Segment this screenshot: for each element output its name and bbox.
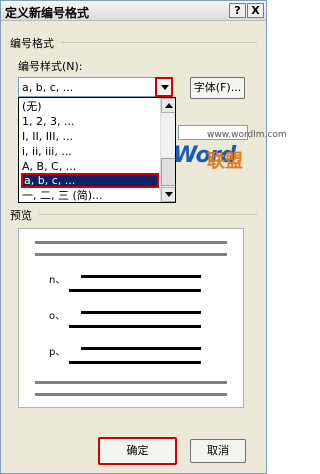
preview-marker: n、 — [49, 275, 66, 286]
group-divider — [61, 42, 257, 43]
preview-line — [69, 325, 201, 328]
list-item-selected[interactable]: a, b, c, ... — [21, 173, 159, 188]
scroll-up-icon[interactable] — [161, 98, 175, 113]
cancel-button[interactable]: 取消 — [190, 439, 246, 463]
title-bar: 定义新编号格式 ? X — [1, 1, 266, 21]
define-number-format-dialog: 定义新编号格式 ? X 编号格式 编号样式(N): a, b, c, ... 字… — [0, 0, 287, 474]
preview-legend: 预览 — [10, 207, 36, 223]
preview-line — [81, 347, 201, 350]
close-button[interactable]: X — [247, 3, 264, 18]
preview-line — [35, 381, 227, 384]
list-item[interactable]: 1, 2, 3, ... — [21, 114, 159, 129]
preview-line — [81, 275, 201, 278]
dropdown-arrow-icon[interactable] — [155, 77, 173, 97]
help-button[interactable]: ? — [229, 3, 246, 18]
watermark-url: www.wordlm.com — [207, 130, 287, 140]
number-style-list[interactable]: (无) 1, 2, 3, ... I, II, III, ... i, ii, … — [18, 97, 176, 203]
list-scrollbar[interactable] — [160, 98, 175, 202]
list-item[interactable]: (无) — [21, 99, 159, 114]
group-legend: 编号格式 — [10, 35, 58, 51]
preview-line — [35, 241, 227, 244]
list-item[interactable]: i, ii, iii, ... — [21, 144, 159, 159]
scroll-thumb[interactable] — [161, 158, 175, 186]
list-item[interactable]: A, B, C, ... — [21, 159, 159, 174]
preview-marker: o、 — [49, 311, 66, 322]
watermark-lm: 联盟 — [207, 151, 243, 172]
number-style-combo[interactable]: a, b, c, ... — [18, 77, 173, 97]
dialog-title: 定义新编号格式 — [5, 6, 90, 20]
preview-line — [81, 311, 201, 314]
number-style-value: a, b, c, ... — [22, 81, 74, 94]
preview-line — [35, 393, 227, 396]
preview-marker: p、 — [49, 347, 66, 358]
font-button[interactable]: 字体(F)... — [190, 77, 245, 99]
preview-line — [69, 361, 201, 364]
preview-line — [69, 289, 201, 292]
preview-pane: n、 o、 p、 — [18, 228, 244, 408]
scroll-down-icon[interactable] — [161, 187, 175, 202]
preview-line — [35, 253, 227, 256]
ok-button[interactable]: 确定 — [98, 437, 177, 465]
list-item[interactable]: 一, 二, 三 (简)... — [21, 188, 159, 202]
preview-divider — [39, 214, 257, 215]
style-label: 编号样式(N): — [18, 60, 83, 73]
list-item[interactable]: I, II, III, ... — [21, 129, 159, 144]
